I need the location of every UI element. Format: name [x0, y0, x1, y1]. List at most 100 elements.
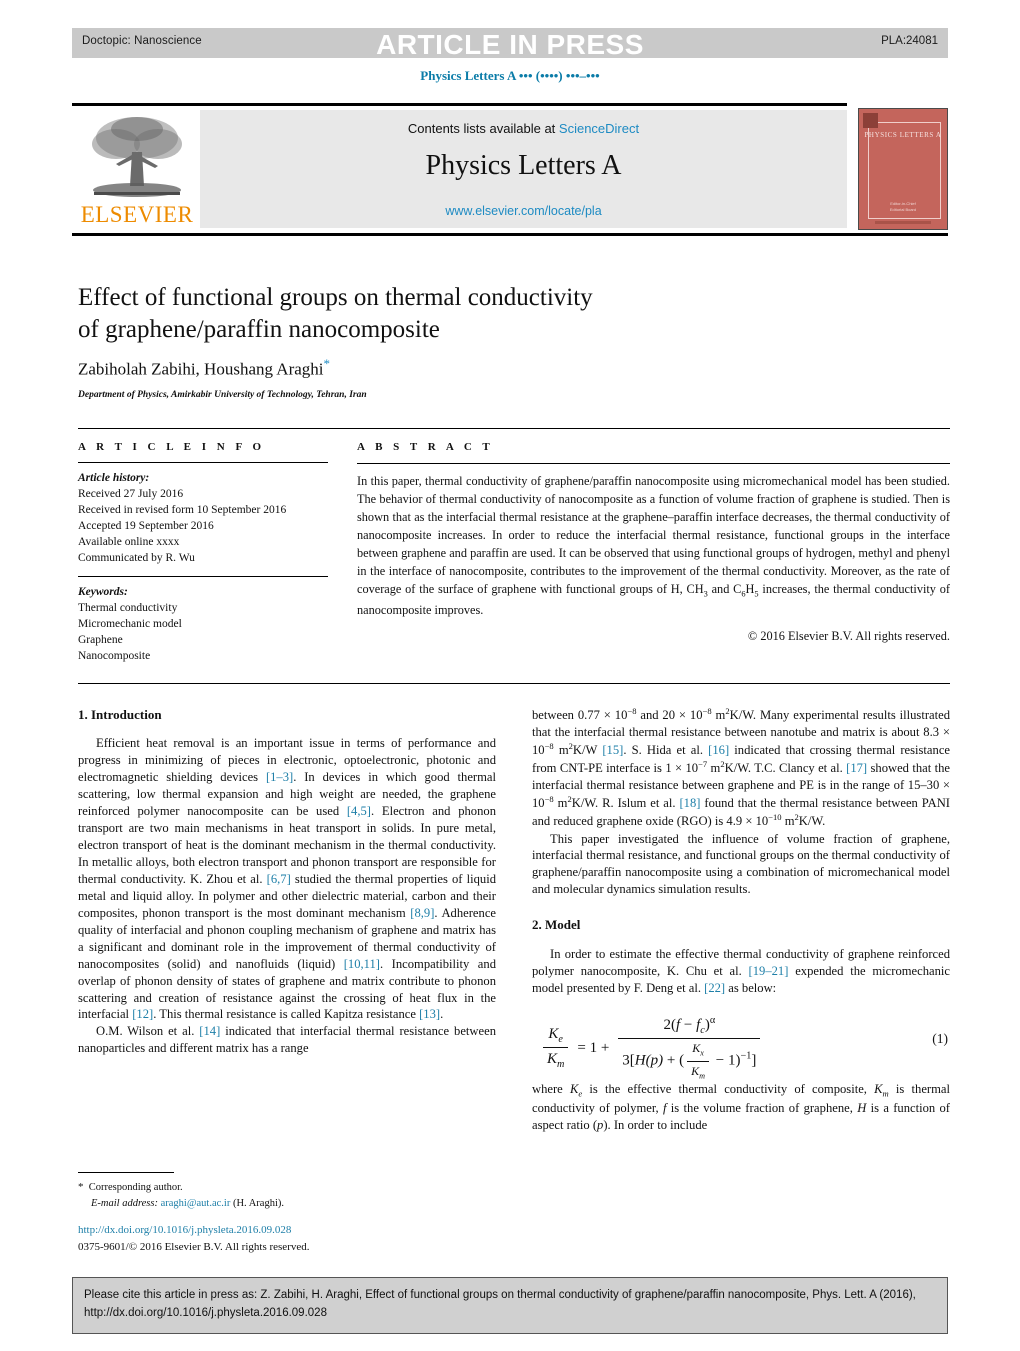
intro-paragraph-2: O.M. Wilson et al. [14] indicated that i… — [78, 1023, 496, 1057]
sciencedirect-link[interactable]: ScienceDirect — [559, 121, 639, 136]
email-owner: (H. Araghi). — [232, 1197, 284, 1209]
eq-inner-fraction: Kx Km — [687, 1040, 710, 1082]
equation-lhs-fraction: Ke Km — [543, 1024, 569, 1072]
history-item: Available online xxxx — [78, 536, 180, 549]
page-title: Effect of functional groups on thermal c… — [78, 282, 758, 346]
title-line-2: of graphene/paraffin nanocomposite — [78, 316, 440, 343]
elsevier-wordmark: ELSEVIER — [80, 202, 194, 227]
eq-kx-subscript: x — [700, 1048, 704, 1058]
citation-ref[interactable]: [16] — [708, 743, 729, 757]
cover-badge-icon — [863, 113, 878, 128]
citation-ref[interactable]: [12] — [132, 1007, 153, 1021]
issn-copyright-line: 0375-9601/© 2016 Elsevier B.V. All right… — [78, 1240, 310, 1253]
body-column-right: between 0.77 × 10−8 and 20 × 10−8 m2K/W.… — [532, 706, 950, 1133]
cover-journal-title: PHYSICS LETTERS A — [864, 131, 942, 139]
cover-bottom-bar — [875, 221, 931, 224]
eq-inverse-exponent: −1 — [740, 1050, 752, 1062]
article-history: Article history: Received 27 July 2016 R… — [78, 470, 328, 567]
equation-km-subscript: m — [557, 1059, 565, 1071]
eq-km-letter: K — [691, 1063, 700, 1078]
exponent: −8 — [544, 741, 554, 752]
journal-cover-thumbnail: PHYSICS LETTERS A Editor-in-Chief Editor… — [858, 108, 948, 230]
body-text: m — [711, 708, 726, 723]
eq-minus: − — [680, 1016, 697, 1033]
email-link[interactable]: araghi@aut.ac.ir — [161, 1198, 231, 1209]
masthead-rule-top — [72, 103, 847, 106]
citation-ref[interactable]: [13] — [419, 1007, 440, 1021]
article-info-divider — [78, 462, 328, 463]
history-item: Accepted 19 September 2016 — [78, 520, 214, 533]
right-paragraph-3: In order to estimate the effective therm… — [532, 946, 950, 997]
cite-line-1: Please cite this article in press as: Z.… — [84, 1289, 916, 1301]
citation-ref[interactable]: [6,7] — [267, 872, 291, 886]
citation-ref[interactable]: [22] — [704, 981, 725, 995]
abstract-heading: A B S T R A C T — [357, 441, 494, 453]
equation-1: Ke Km = 1 + 2(f − fc)α 3[H(p) + (Kx Km − … — [532, 1010, 950, 1080]
article-history-label: Article history: — [78, 472, 150, 484]
history-item: Received 27 July 2016 — [78, 488, 184, 501]
masthead-rule-bottom — [72, 233, 948, 236]
keyword-item: Micromechanic model — [78, 617, 182, 630]
equation-equals: = 1 + — [577, 1039, 610, 1056]
eq-p-arg: (p) — [645, 1052, 664, 1069]
citation-ref[interactable]: [14] — [199, 1024, 220, 1038]
eq-minus-one: − 1) — [712, 1052, 741, 1069]
citation-ref[interactable]: [18] — [679, 796, 700, 810]
equation-ke-subscript: e — [558, 1033, 563, 1045]
keyword-item: Thermal conductivity — [78, 601, 178, 614]
email-note: E-mail address: araghi@aut.ac.ir (H. Ara… — [78, 1196, 496, 1211]
citation-ref[interactable]: [4,5] — [347, 804, 371, 818]
abstract-text: In this paper, thermal conductivity of g… — [357, 472, 950, 619]
journal-homepage-link[interactable]: www.elsevier.com/locate/pla — [200, 204, 847, 218]
article-info-column: A R T I C L E I N F O Article history: R… — [78, 441, 328, 664]
journal-title: Physics Letters A — [425, 150, 622, 181]
footnote-rule — [78, 1172, 174, 1173]
body-text: m — [781, 814, 795, 829]
body-text: K/W. R. Islum et al. — [571, 796, 680, 811]
body-text: between 0.77 × 10 — [532, 708, 628, 723]
equation-km-symbol: K — [547, 1051, 558, 1068]
keywords-block: Keywords: Thermal conductivity Micromech… — [78, 584, 328, 664]
body-text: and 20 × 10 — [636, 708, 703, 723]
right-paragraph-1: between 0.77 × 10−8 and 20 × 10−8 m2K/W.… — [532, 706, 950, 831]
contents-prefix: Contents lists available at — [407, 121, 559, 136]
equation-lhs-denominator: Km — [543, 1047, 569, 1072]
cite-line-2: http://dx.doi.org/10.1016/j.physleta.201… — [84, 1306, 327, 1319]
citation-ref[interactable]: [10,11] — [344, 957, 380, 971]
cover-footer-line2: Editorial Board — [889, 207, 917, 212]
citation-ref[interactable]: [15] — [602, 743, 623, 757]
body-text: K/W. — [798, 814, 826, 829]
eq-bracket-open: 3[ — [622, 1052, 635, 1069]
equation-rhs-numerator: 2(f − fc)α — [659, 1014, 719, 1039]
eq-kx-symbol: Kx — [688, 1040, 708, 1060]
citation-ref[interactable]: [19–21] — [749, 964, 789, 978]
title-line-1: Effect of functional groups on thermal c… — [78, 284, 593, 311]
intro-text: . This thermal resistance is called Kapi… — [153, 1007, 420, 1022]
info-abstract-rule-top — [78, 428, 950, 429]
eq-plus: + ( — [663, 1052, 685, 1069]
info-abstract-rule-bottom — [78, 683, 950, 684]
equation-lhs-numerator: Ke — [544, 1024, 567, 1048]
equation-rhs-fraction: 2(f − fc)α 3[H(p) + (Kx Km − 1)−1] — [618, 1014, 761, 1082]
abstract-part-2: and C — [707, 582, 742, 597]
eq-bracket-close: ] — [751, 1052, 757, 1069]
citation-ref[interactable]: [17] — [846, 761, 867, 775]
cite-this-article-box: Please cite this article in press as: Z.… — [72, 1277, 948, 1334]
keywords-divider — [78, 575, 328, 577]
abstract-column: A B S T R A C T In this paper, thermal c… — [357, 441, 950, 644]
citation-ref[interactable]: [8,9] — [410, 906, 434, 920]
citation-ref[interactable]: [1–3] — [266, 770, 293, 784]
eq-km-symbol: Km — [687, 1060, 710, 1082]
exponent: −8 — [702, 706, 712, 716]
body-text: as below: — [725, 980, 777, 995]
footnote-star-marker: * — [78, 1181, 84, 1193]
exponent: −7 — [698, 759, 708, 770]
body-text: m — [553, 796, 568, 811]
body-text: m — [553, 743, 569, 758]
keyword-item: Nanocomposite — [78, 649, 151, 662]
article-in-press-text: ARTICLE IN PRESS — [376, 29, 644, 60]
doi-link[interactable]: http://dx.doi.org/10.1016/j.physleta.201… — [78, 1222, 496, 1239]
author-names: Zabiholah Zabihi, Houshang Araghi — [78, 359, 324, 379]
doi-block: http://dx.doi.org/10.1016/j.physleta.201… — [78, 1222, 496, 1255]
exponent: −8 — [544, 794, 554, 805]
